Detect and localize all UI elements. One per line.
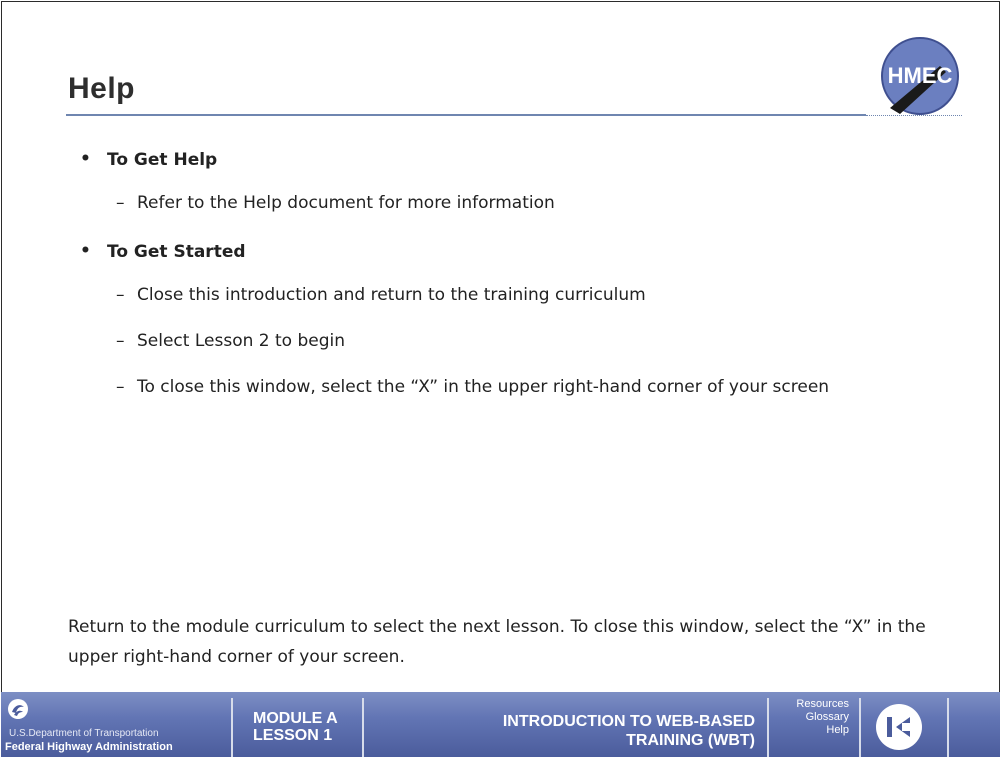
sub-item-text: To close this window, select the “X” in … xyxy=(137,377,830,397)
bullet-marker: • xyxy=(80,149,91,169)
section-get-help: • To Get Help – Refer to the Help docume… xyxy=(80,149,940,216)
bullet-marker: • xyxy=(80,241,91,261)
back-button[interactable] xyxy=(876,704,922,750)
help-link[interactable]: Help xyxy=(769,724,849,737)
hmec-logo: HMEC xyxy=(881,37,959,115)
nav-block xyxy=(859,698,947,757)
agency-administration: Federal Highway Administration xyxy=(5,741,173,753)
glossary-link[interactable]: Glossary xyxy=(769,711,849,724)
back-arrow-icon xyxy=(887,717,910,737)
sub-item-text: Close this introduction and return to th… xyxy=(137,285,646,305)
dash-marker: – xyxy=(116,193,125,213)
course-title-line2: TRAINING (WBT) xyxy=(626,732,755,749)
sub-item: – Refer to the Help document for more in… xyxy=(80,190,940,216)
sub-item-text: Refer to the Help document for more info… xyxy=(137,193,555,213)
footer-note: Return to the module curriculum to selec… xyxy=(68,617,926,667)
course-title-line1: INTRODUCTION TO WEB-BASED xyxy=(502,713,755,730)
agency-block: U.S.Department of Transportation Federal… xyxy=(1,698,231,757)
bullet-heading-text: To Get Started xyxy=(107,242,246,262)
module-label: MODULE A xyxy=(253,710,338,727)
module-lesson-label: MODULE A LESSON 1 xyxy=(253,710,338,744)
bottom-nav-bar: U.S.Department of Transportation Federal… xyxy=(1,692,1000,757)
page-title: Help xyxy=(68,72,136,105)
resources-link[interactable]: Resources xyxy=(769,698,849,711)
course-title: INTRODUCTION TO WEB-BASED TRAINING (WBT) xyxy=(503,712,755,750)
bar-end-block xyxy=(947,698,1000,757)
dash-marker: – xyxy=(116,285,125,305)
bullet-heading: • To Get Help xyxy=(80,149,940,170)
sub-item: – To close this window, select the “X” i… xyxy=(80,374,940,400)
module-lesson-block: MODULE A LESSON 1 xyxy=(231,698,362,757)
bullet-heading-text: To Get Help xyxy=(107,150,218,170)
title-underline xyxy=(66,114,866,116)
lesson-label: LESSON 1 xyxy=(253,727,333,744)
course-title-block: INTRODUCTION TO WEB-BASED TRAINING (WBT) xyxy=(362,698,767,757)
sub-item-text: Select Lesson 2 to begin xyxy=(137,331,346,351)
dot-logo-icon xyxy=(8,699,28,719)
resource-links-block: Resources Glossary Help xyxy=(767,698,859,757)
sub-item: – Select Lesson 2 to begin xyxy=(80,328,940,354)
section-get-started: • To Get Started – Close this introducti… xyxy=(80,241,940,400)
dash-marker: – xyxy=(116,377,125,397)
sub-item: – Close this introduction and return to … xyxy=(80,282,940,308)
bullet-heading: • To Get Started xyxy=(80,241,940,262)
agency-department: U.S.Department of Transportation xyxy=(9,728,159,739)
hmec-logo-text: HMEC xyxy=(888,63,953,88)
slide-content: • To Get Help – Refer to the Help docume… xyxy=(80,149,940,422)
resource-links: Resources Glossary Help xyxy=(769,698,849,737)
dash-marker: – xyxy=(116,331,125,351)
